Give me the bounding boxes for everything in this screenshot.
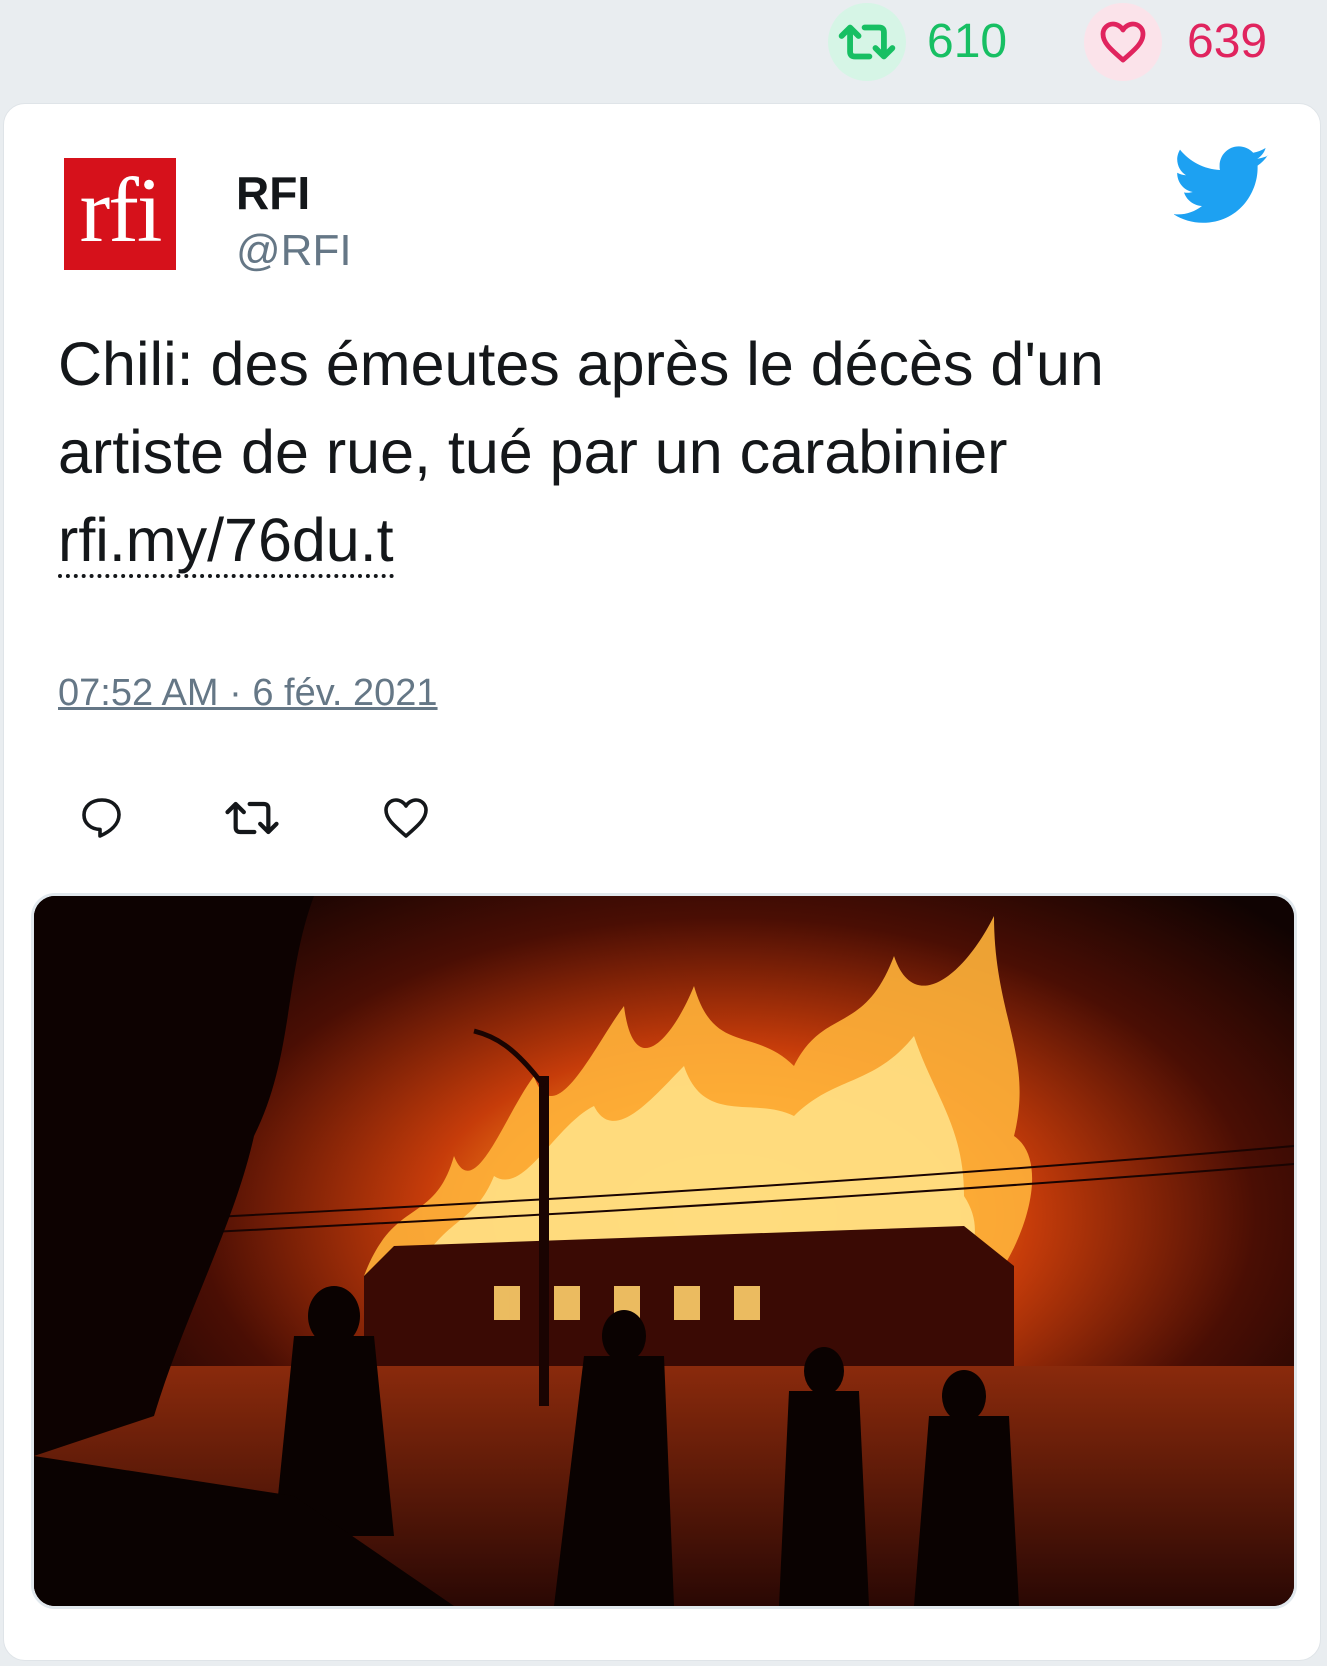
retweet-icon bbox=[225, 801, 279, 835]
author-handle[interactable]: @RFI bbox=[236, 226, 352, 276]
burning-building-photo bbox=[34, 896, 1294, 1606]
like-button[interactable] bbox=[376, 788, 436, 848]
like-stat-icon[interactable] bbox=[1084, 3, 1162, 81]
twitter-bird-icon[interactable] bbox=[1174, 146, 1270, 226]
author-name[interactable]: RFI bbox=[236, 166, 310, 220]
tweet-link[interactable]: rfi.my/76du.t bbox=[58, 506, 394, 578]
retweet-count: 610 bbox=[927, 15, 1008, 68]
rfi-logo-text: rfi bbox=[79, 159, 163, 261]
reply-icon bbox=[82, 798, 121, 838]
tweet-timestamp[interactable]: 07:52 AM · 6 fév. 2021 bbox=[58, 672, 438, 715]
heart-icon bbox=[384, 798, 428, 838]
heart-icon bbox=[1100, 21, 1146, 63]
like-count: 639 bbox=[1187, 15, 1268, 68]
retweet-button[interactable] bbox=[222, 788, 282, 848]
tweet-card[interactable]: rfi RFI @RFI Chili: des émeutes après le… bbox=[3, 103, 1321, 1661]
tweet-body: Chili: des émeutes après le décès d'un a… bbox=[58, 330, 1104, 486]
tweet-media-photo[interactable] bbox=[31, 893, 1297, 1609]
engagement-stats: 610 639 bbox=[0, 0, 1327, 100]
rfi-logo: rfi bbox=[64, 158, 176, 270]
reply-button[interactable] bbox=[72, 788, 132, 848]
retweet-stat-icon[interactable] bbox=[828, 3, 906, 81]
avatar[interactable]: rfi bbox=[60, 154, 180, 274]
tweet-text: Chili: des émeutes après le décès d'un a… bbox=[58, 320, 1278, 584]
retweet-icon bbox=[838, 24, 896, 60]
